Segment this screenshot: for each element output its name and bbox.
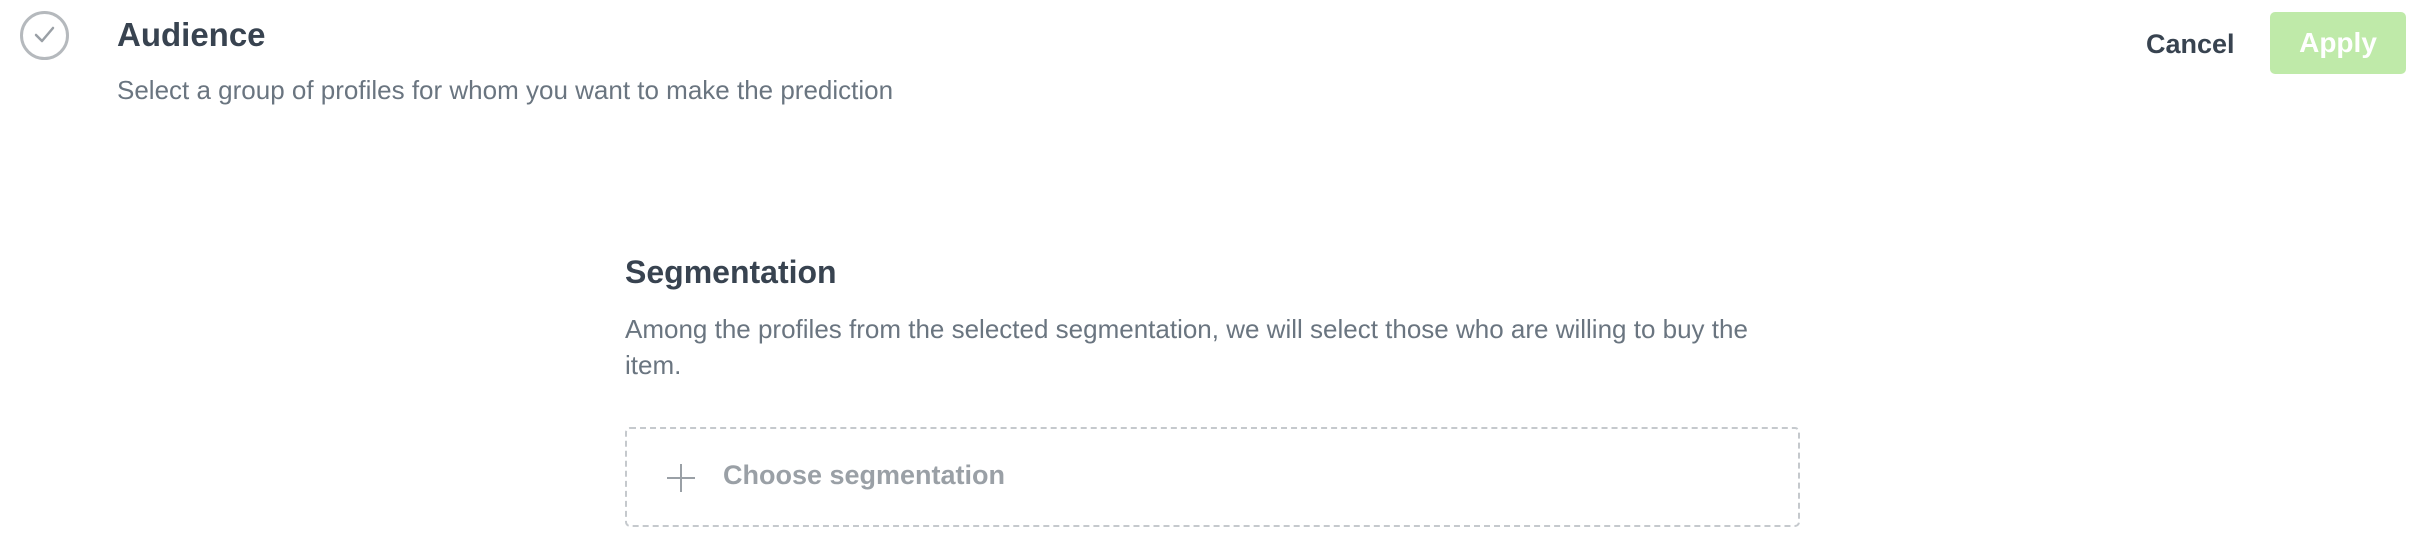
choose-segmentation-button[interactable]: Choose segmentation bbox=[625, 427, 1800, 527]
segmentation-description: Among the profiles from the selected seg… bbox=[625, 314, 1748, 380]
cancel-button[interactable]: Cancel bbox=[2128, 23, 2253, 65]
plus-icon bbox=[667, 464, 695, 492]
check-circle-icon bbox=[20, 11, 69, 60]
choose-segmentation-label: Choose segmentation bbox=[723, 460, 1006, 490]
page-title: Audience bbox=[117, 16, 266, 53]
segmentation-title: Segmentation bbox=[625, 254, 837, 290]
apply-button[interactable]: Apply bbox=[2270, 12, 2406, 74]
page-subtitle: Select a group of profiles for whom you … bbox=[117, 75, 894, 105]
